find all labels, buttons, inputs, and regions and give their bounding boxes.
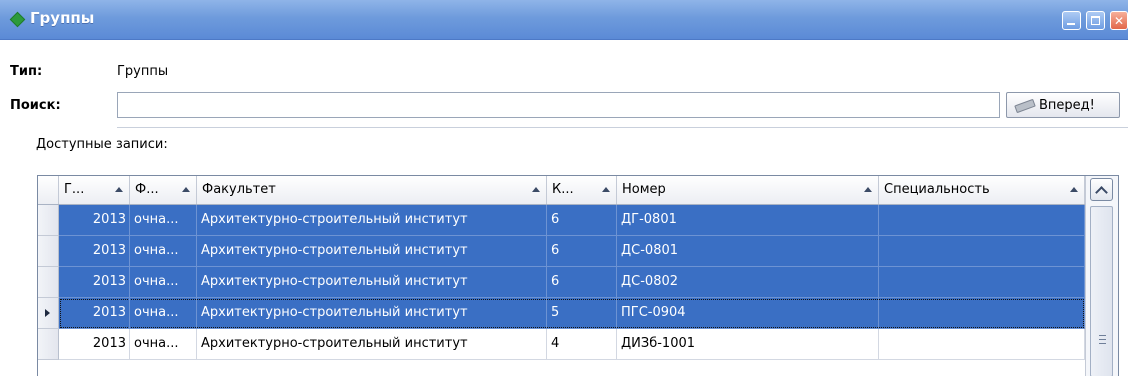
cell-number[interactable]: ДС-0802 xyxy=(617,267,879,298)
column-header-label: Ф... xyxy=(135,182,159,197)
cell-year[interactable]: 2013 xyxy=(59,329,130,360)
cell-form[interactable]: очна... xyxy=(130,267,197,298)
sort-asc-icon xyxy=(602,187,610,192)
column-header-label: Г... xyxy=(64,182,85,197)
row-selector[interactable] xyxy=(38,329,59,360)
type-value: Группы xyxy=(117,64,169,79)
window-title: Группы xyxy=(30,9,95,27)
row-selector[interactable] xyxy=(38,298,59,329)
cell-year[interactable]: 2013 xyxy=(59,298,130,329)
cell-number[interactable]: ДГ-0801 xyxy=(617,205,879,236)
cell-form[interactable]: очна... xyxy=(130,329,197,360)
table-row[interactable]: 2013 очна... Архитектурно-строительный инс… xyxy=(59,267,1085,298)
cell-course[interactable]: 6 xyxy=(547,236,617,267)
eraser-icon xyxy=(1013,98,1036,114)
sort-asc-icon xyxy=(1070,187,1078,192)
table-row[interactable]: 2013 очна... Архитектурно-строительный инс… xyxy=(59,205,1085,236)
row-selector[interactable] xyxy=(38,236,59,267)
chevron-up-icon xyxy=(1095,186,1108,199)
search-input[interactable] xyxy=(117,92,1000,118)
cell-faculty[interactable]: Архитектурно-строительный институт xyxy=(197,267,547,298)
scroll-up-button[interactable] xyxy=(1090,178,1113,201)
cell-faculty[interactable]: Архитектурно-строительный институт xyxy=(197,298,547,329)
grip-icon xyxy=(1099,335,1106,344)
forward-button[interactable]: Вперед! xyxy=(1006,92,1120,118)
sort-asc-icon xyxy=(182,187,190,192)
cell-course[interactable]: 5 xyxy=(547,298,617,329)
cell-faculty[interactable]: Архитектурно-строительный институт xyxy=(197,329,547,360)
close-button[interactable]: ✕ xyxy=(1110,11,1128,30)
cell-year[interactable]: 2013 xyxy=(59,236,130,267)
cell-faculty[interactable]: Архитектурно-строительный институт xyxy=(197,236,547,267)
cell-specialty[interactable] xyxy=(879,205,1085,236)
type-label: Тип: xyxy=(10,64,43,79)
cell-year[interactable]: 2013 xyxy=(59,267,130,298)
cell-form[interactable]: очна... xyxy=(130,236,197,267)
window-title-bar[interactable]: Группы ✕ xyxy=(0,0,1128,40)
cell-course[interactable]: 6 xyxy=(547,205,617,236)
cell-specialty[interactable] xyxy=(879,267,1085,298)
sort-asc-icon xyxy=(532,187,540,192)
current-row-arrow-icon xyxy=(45,309,50,317)
window-bullet-icon xyxy=(9,11,26,28)
search-label: Поиск: xyxy=(10,98,61,113)
column-header-label: Номер xyxy=(622,182,666,197)
column-header-label: К... xyxy=(552,182,574,197)
close-icon: ✕ xyxy=(1114,14,1125,28)
column-header-label: Факультет xyxy=(202,182,276,197)
cell-faculty[interactable]: Архитектурно-строительный институт xyxy=(197,205,547,236)
row-selector[interactable] xyxy=(38,267,59,298)
cell-year[interactable]: 2013 xyxy=(59,205,130,236)
cell-specialty[interactable] xyxy=(879,329,1085,360)
row-selector[interactable] xyxy=(38,205,59,236)
cell-number[interactable]: ДИЗб-1001 xyxy=(617,329,879,360)
maximize-icon xyxy=(1091,16,1100,25)
table-row[interactable]: 2013 очна... Архитектурно-строительный инс… xyxy=(59,236,1085,267)
column-header-faculty[interactable]: Факультет xyxy=(197,176,547,204)
minimize-icon xyxy=(1067,23,1075,25)
grid-header: Г... Ф... Факультет К... Номер Специальн… xyxy=(38,176,1118,205)
vertical-scrollbar[interactable] xyxy=(1085,176,1118,376)
column-header-number[interactable]: Номер xyxy=(617,176,879,204)
column-header-specialty[interactable]: Специальность xyxy=(879,176,1085,204)
cell-course[interactable]: 4 xyxy=(547,329,617,360)
separator xyxy=(117,127,1128,128)
column-header-year[interactable]: Г... xyxy=(59,176,130,204)
column-header-form[interactable]: Ф... xyxy=(130,176,197,204)
column-header-course[interactable]: К... xyxy=(547,176,617,204)
cell-form[interactable]: очна... xyxy=(130,205,197,236)
minimize-button[interactable] xyxy=(1062,11,1081,30)
cell-specialty[interactable] xyxy=(879,298,1085,329)
scrollbar-thumb[interactable] xyxy=(1090,206,1113,376)
cell-course[interactable]: 6 xyxy=(547,267,617,298)
cell-number[interactable]: ПГС-0904 xyxy=(617,298,879,329)
cell-number[interactable]: ДС-0801 xyxy=(617,236,879,267)
table-row[interactable]: 2013 очна... Архитектурно-строительный инс… xyxy=(59,298,1085,329)
records-grid[interactable]: Г... Ф... Факультет К... Номер Специальн… xyxy=(37,175,1119,376)
column-header-label: Специальность xyxy=(884,182,990,197)
forward-button-label: Вперед! xyxy=(1039,97,1095,113)
available-records-label: Доступные записи: xyxy=(36,137,168,152)
maximize-button[interactable] xyxy=(1086,11,1105,30)
sort-asc-icon xyxy=(115,187,123,192)
sort-asc-icon xyxy=(864,187,872,192)
cell-specialty[interactable] xyxy=(879,236,1085,267)
row-header-corner xyxy=(38,176,59,204)
table-row[interactable]: 2013 очна... Архитектурно-строительный инс… xyxy=(59,329,1085,360)
cell-form[interactable]: очна... xyxy=(130,298,197,329)
